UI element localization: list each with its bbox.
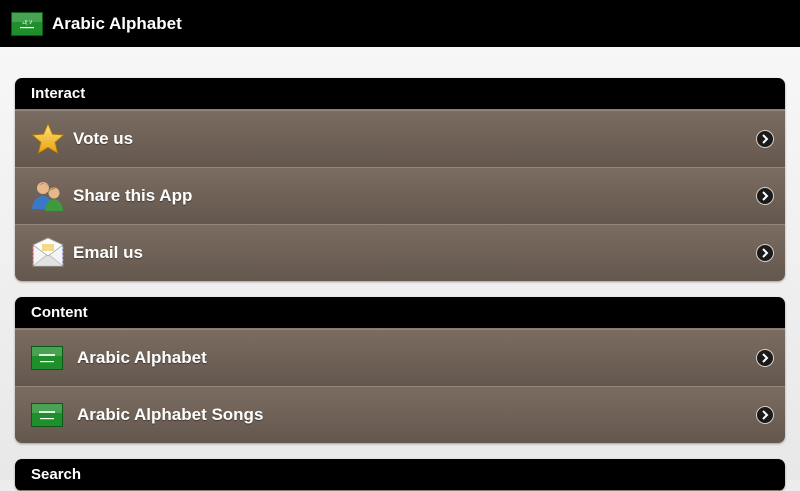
vote-us-row[interactable]: Vote us (15, 110, 785, 167)
email-us-row[interactable]: Email us (15, 224, 785, 281)
star-icon (31, 122, 65, 155)
chevron-right-icon (756, 187, 774, 205)
section-header-interact: Interact (15, 78, 785, 110)
section-header-content: Content (15, 297, 785, 329)
arabic-alphabet-songs-row[interactable]: Arabic Alphabet Songs (15, 386, 785, 443)
chevron-right-icon (756, 349, 774, 367)
content-area: Interact Vote us Share this App Email us… (0, 47, 800, 491)
share-app-label: Share this App (73, 186, 193, 205)
share-app-row[interactable]: Share this App (15, 167, 785, 224)
saudi-flag-icon (31, 403, 63, 427)
people-icon (32, 182, 63, 211)
search-section: Search (15, 459, 785, 491)
svg-text:ﻻ ﺇﻟﻪ: ﻻ ﺇﻟﻪ (22, 20, 32, 26)
interact-section: Interact Vote us Share this App Email us (15, 78, 785, 281)
section-header-search: Search (15, 459, 785, 491)
chevron-right-icon (756, 406, 774, 424)
arabic-alphabet-songs-label: Arabic Alphabet Songs (77, 405, 264, 424)
content-section: Content Arabic Alphabet Arabic Alphabet (15, 297, 785, 443)
app-bar: ﻻ ﺇﻟﻪ Arabic Alphabet (0, 0, 800, 47)
chevron-right-icon (756, 244, 774, 262)
envelope-icon (32, 237, 64, 267)
vote-us-label: Vote us (73, 129, 134, 148)
saudi-flag-icon: ﻻ ﺇﻟﻪ (11, 11, 43, 36)
email-us-label: Email us (73, 243, 143, 262)
arabic-alphabet-row[interactable]: Arabic Alphabet (15, 329, 785, 386)
chevron-right-icon (756, 130, 774, 148)
arabic-alphabet-label: Arabic Alphabet (77, 348, 207, 367)
app-title: Arabic Alphabet (52, 13, 182, 33)
saudi-flag-icon (31, 346, 63, 370)
